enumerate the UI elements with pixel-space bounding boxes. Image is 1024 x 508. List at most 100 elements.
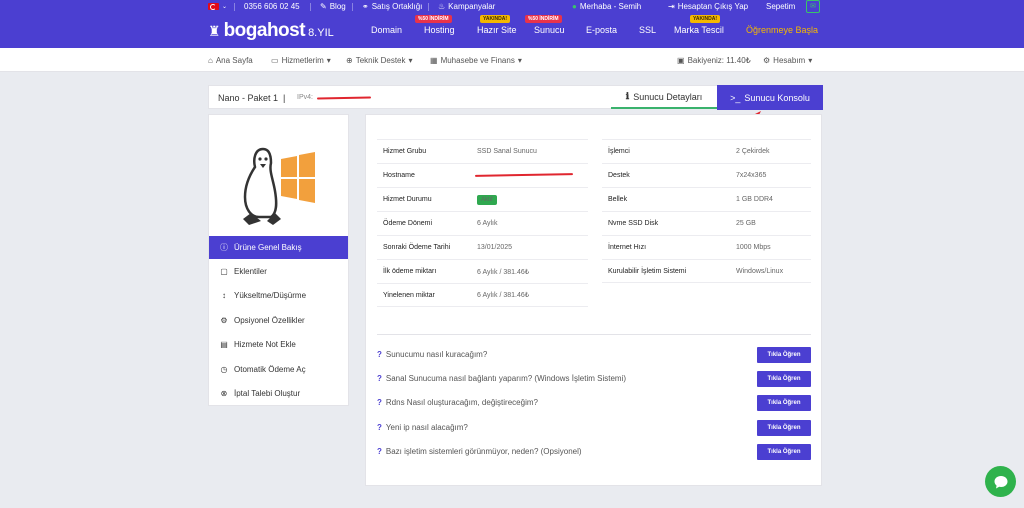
- service-details-panel: Hizmet Grubu SSD Sanal Sunucu Hostname H…: [365, 114, 822, 486]
- redacted-ip: [316, 96, 372, 100]
- wallet-icon: ▣: [677, 56, 685, 65]
- main-navigation: ♜ bogahost 8.YIL Domain %50 İNDİRİM Host…: [0, 14, 1024, 48]
- sidebar-item-overview[interactable]: ⓘ Ürüne Genel Bakış: [209, 236, 348, 259]
- sidebar-item-autopay[interactable]: ◷ Otomatik Ödeme Aç: [209, 358, 348, 381]
- subnav-home[interactable]: ⌂ Ana Sayfa: [208, 56, 253, 65]
- user-greeting[interactable]: ● Merhaba - Semih: [572, 2, 641, 11]
- chevron-down-icon: ▾: [326, 56, 331, 65]
- learn-button[interactable]: Tıkla Öğren: [757, 395, 811, 411]
- status-badge: Aktif: [477, 194, 497, 205]
- sidebar-item-label: Ürüne Genel Bakış: [234, 243, 302, 252]
- nav-learn[interactable]: Öğrenmeye Başla: [746, 25, 818, 35]
- phone-link[interactable]: 0356 606 02 45: [234, 2, 300, 11]
- nav-domain[interactable]: Domain: [371, 25, 402, 35]
- nav-hosting[interactable]: Hosting: [424, 25, 455, 35]
- info-key: Destek: [608, 172, 630, 179]
- learn-button[interactable]: Tıkla Öğren: [757, 371, 811, 387]
- server-discount-badge: %50 İNDİRİM: [525, 15, 562, 23]
- question-icon: ?: [377, 374, 382, 383]
- language-selector[interactable]: ⌄: [208, 3, 227, 10]
- info-row-first-payment: İlk ödeme miktarı 6 Aylık / 381.46₺: [377, 259, 588, 283]
- info-value: 7x24x365: [736, 172, 767, 179]
- info-value: 13/01/2025: [477, 244, 513, 251]
- redacted-hostname: [474, 173, 574, 177]
- nav-marka-tescil[interactable]: Marka Tescil: [674, 25, 724, 35]
- affiliate-label: Satış Ortaklığı: [371, 2, 423, 11]
- info-value: Windows/Linux: [736, 267, 784, 275]
- sidebar-item-label: İptal Talebi Oluştur: [234, 389, 301, 398]
- logo-icon: ♜: [208, 23, 221, 39]
- subnav-home-label: Ana Sayfa: [215, 56, 253, 65]
- nav-sunucu[interactable]: Sunucu: [534, 25, 565, 35]
- sidebar-item-addons[interactable]: ▢ Eklentiler: [209, 260, 348, 283]
- question-icon: ?: [377, 398, 382, 407]
- calculator-icon: ▦: [430, 56, 438, 65]
- info-key: Hostname: [383, 172, 415, 179]
- sidebar-item-options[interactable]: ⚙ Opsiyonel Özellikler: [209, 309, 348, 332]
- info-row-next-due: Sonraki Ödeme Tarihi 13/01/2025: [377, 235, 588, 259]
- faq-question: ? Bazı işletim sistemleri görünmüyor, ned…: [377, 447, 582, 456]
- subnav-support[interactable]: ⊕ Teknik Destek ▾: [346, 56, 413, 65]
- learn-button[interactable]: Tıkla Öğren: [757, 347, 811, 363]
- subnav-services-label: Hizmetlerim: [281, 56, 324, 65]
- logo[interactable]: ♜ bogahost 8.YIL: [208, 20, 334, 42]
- subnav-finance[interactable]: ▦ Muhasebe ve Finans ▾: [430, 56, 522, 65]
- gear-icon: ⚙: [220, 316, 228, 325]
- cart-link[interactable]: Sepetim: [766, 2, 795, 11]
- info-row-memory: Bellek 1 GB DDR4: [602, 187, 811, 211]
- campaigns-label: Kampanyalar: [448, 2, 496, 11]
- info-key: Nvme SSD Disk: [608, 220, 659, 227]
- faq-item: ? Sanal Sunucuma nasıl bağlantı yaparım? …: [377, 371, 811, 391]
- chevron-down-icon: ⌄: [222, 4, 228, 10]
- info-key: Sonraki Ödeme Tarihi: [383, 244, 451, 251]
- service-title: Nano - Paket 1 |: [218, 93, 286, 103]
- sidebar-item-note[interactable]: ▤ Hizmete Not Ekle: [209, 333, 348, 356]
- affiliate-link[interactable]: ⚭ Satış Ortaklığı: [352, 2, 422, 11]
- balance-display[interactable]: ▣ Bakiyeniz: 11.40₺: [677, 56, 751, 65]
- chat-icon[interactable]: ✉: [806, 0, 820, 13]
- faq-question: ? Sunucumu nasıl kuracağım?: [377, 350, 488, 359]
- faq-item: ? Rdns Nasıl oluşturacağım, değiştireceği…: [377, 395, 811, 415]
- account-label: Hesabım: [773, 56, 806, 65]
- blog-icon: ✎: [320, 2, 327, 11]
- nav-hazir-site[interactable]: Hazır Site: [477, 25, 517, 35]
- sidebar-item-cancel[interactable]: ⊗ İptal Talebi Oluştur: [209, 382, 348, 405]
- logo-name: bogahost: [223, 20, 306, 41]
- info-key: İlk ödeme miktarı: [383, 268, 437, 275]
- info-row-billing-cycle: Ödeme Dönemi 6 Aylık: [377, 211, 588, 235]
- info-value: SSD Sanal Sunucu: [477, 148, 537, 155]
- info-value: 6 Aylık / 381.46₺: [477, 268, 530, 276]
- tab-server-console[interactable]: >_ Sunucu Konsolu: [717, 85, 823, 110]
- info-key: Bellek: [608, 196, 628, 203]
- faq-question: ? Rdns Nasıl oluşturacağım, değiştireceği…: [377, 398, 538, 407]
- info-value: 2 Çekirdek: [736, 148, 770, 155]
- learn-button[interactable]: Tıkla Öğren: [757, 420, 811, 436]
- account-menu[interactable]: ⚙ Hesabım ▾: [763, 56, 812, 65]
- question-icon: ?: [377, 423, 382, 432]
- nav-ssl[interactable]: SSL: [639, 25, 656, 35]
- info-key: Ödeme Dönemi: [383, 220, 433, 227]
- info-value: 25 GB: [736, 220, 756, 227]
- info-key: İnternet Hızı: [608, 244, 647, 251]
- info-row-disk: Nvme SSD Disk 25 GB: [602, 211, 811, 235]
- live-chat-button[interactable]: [985, 466, 1016, 497]
- info-value: 1000 Mbps: [736, 244, 771, 251]
- info-icon: ℹ: [625, 91, 630, 101]
- nav-eposta[interactable]: E-posta: [586, 25, 617, 35]
- info-row-bandwidth: İnternet Hızı 1000 Mbps: [602, 235, 811, 259]
- tab-server-details[interactable]: ℹ Sunucu Detayları: [611, 86, 717, 109]
- learn-button[interactable]: Tıkla Öğren: [757, 444, 811, 460]
- faq-item: ? Sunucumu nasıl kuracağım? Tıkla Öğren: [377, 347, 811, 367]
- site-soon-badge: YAKINDA!: [480, 15, 510, 23]
- ip-address: IPv4:: [297, 94, 313, 101]
- updown-icon: ↕: [222, 291, 226, 300]
- info-value: 6 Aylık / 381.46₺: [477, 292, 530, 299]
- blog-link[interactable]: ✎ Blog: [310, 2, 346, 11]
- campaigns-link[interactable]: ♨ Kampanyalar: [428, 2, 495, 11]
- logout-link[interactable]: ⇥ Hesaptan Çıkış Yap: [668, 2, 748, 11]
- logo-suffix: 8.YIL: [308, 27, 334, 39]
- sidebar-item-upgrade[interactable]: ↕ Yükseltme/Düşürme: [209, 284, 348, 307]
- subnav-services[interactable]: ▭ Hizmetlerim ▾: [271, 56, 331, 65]
- chevron-down-icon: ▾: [517, 56, 522, 65]
- info-key: Hizmet Durumu: [383, 196, 432, 203]
